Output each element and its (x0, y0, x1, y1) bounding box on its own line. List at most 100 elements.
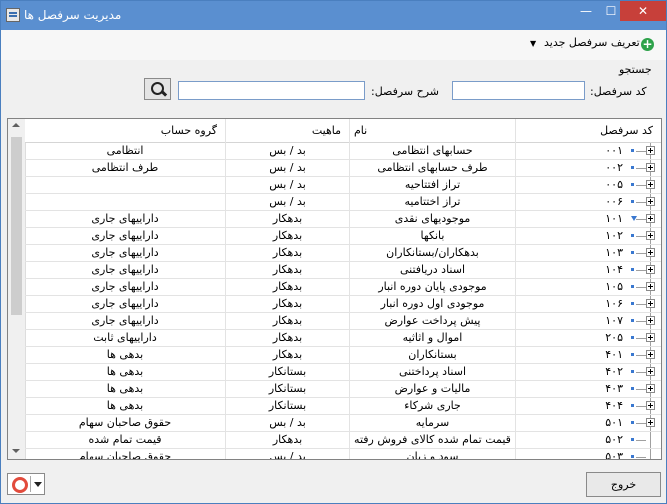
expand-icon[interactable] (646, 180, 655, 189)
table-row[interactable]: داراییهای جاری بدهکار بانکها ۱۰۲ (25, 228, 661, 245)
expand-icon[interactable] (646, 146, 655, 155)
tree-node[interactable] (622, 211, 661, 227)
table-row[interactable]: داراییهای ثابت بدهکار اموال و اثاثیه ۲۰۵ (25, 330, 661, 347)
tree-node[interactable] (622, 381, 661, 397)
expand-icon[interactable] (646, 163, 655, 172)
tree-node[interactable] (622, 432, 661, 448)
cell-code: ۰۰۵ (605, 178, 623, 191)
tree-node[interactable] (622, 194, 661, 210)
expand-icon[interactable] (646, 418, 655, 427)
header-code[interactable]: کد سرفصل (516, 119, 661, 143)
cell-nature: بد / بس (269, 178, 306, 191)
tree-node[interactable] (622, 415, 661, 431)
cell-nature: بستانکار (268, 365, 307, 378)
expand-icon[interactable] (646, 282, 655, 291)
cell-nature: بدهکار (272, 331, 303, 344)
cell-group: داراییهای جاری (91, 263, 159, 276)
tree-node[interactable] (622, 245, 661, 261)
close-button[interactable]: ✕ (620, 1, 666, 21)
expand-icon[interactable] (646, 231, 655, 240)
table-row[interactable]: حقوق صاحبان سهام بد / بس سرمایه ۵۰۱ (25, 415, 661, 432)
table-row[interactable]: انتظامی بد / بس حسابهای انتظامی ۰۰۱ (25, 143, 661, 160)
table-row[interactable]: بدهی ها بستانکار اسناد پرداختنی ۴۰۲ (25, 364, 661, 381)
tree-node[interactable] (622, 330, 661, 346)
expand-icon[interactable] (646, 367, 655, 376)
table-row[interactable]: داراییهای جاری بدهکار موجودی پایان دوره ان… (25, 279, 661, 296)
cell-nature: بدهکار (272, 314, 303, 327)
tree-node[interactable] (622, 364, 661, 380)
tree-node[interactable] (622, 143, 661, 159)
cell-group: بدهی ها (106, 348, 144, 361)
table-row[interactable]: بد / بس تراز افتتاحیه ۰۰۵ (25, 177, 661, 194)
cell-name: حسابهای انتظامی (392, 144, 473, 157)
tree-node[interactable] (622, 228, 661, 244)
help-dropdown[interactable] (7, 473, 45, 495)
accounts-grid[interactable]: گروه حساب ماهیت نام کد سرفصل انتظامی بد /… (7, 118, 662, 460)
scroll-thumb[interactable] (11, 137, 22, 315)
cell-nature: بد / بس (269, 195, 306, 208)
cell-group: قیمت تمام شده (88, 433, 162, 446)
table-row[interactable]: طرف انتظامی بد / بس طرف حسابهای انتظامی ۰۰۲ (25, 160, 661, 177)
chevron-down-icon[interactable] (34, 482, 42, 487)
cell-code: ۱۰۳ (605, 246, 623, 259)
title-bar[interactable]: مدیریت سرفصل ها — ☐ ✕ (1, 1, 666, 30)
cell-group: داراییهای جاری (91, 246, 159, 259)
table-row[interactable]: بدهی ها بستانکار مالیات و عوارض ۴۰۳ (25, 381, 661, 398)
tree-node[interactable] (622, 347, 661, 363)
header-group[interactable]: گروه حساب (25, 119, 225, 143)
expand-icon[interactable] (646, 350, 655, 359)
tree-node[interactable] (622, 398, 661, 414)
expand-icon[interactable] (646, 333, 655, 342)
tree-node[interactable] (622, 262, 661, 278)
tree-node[interactable] (622, 177, 661, 193)
table-row[interactable]: داراییهای جاری بدهکار موجودیهای نقدی ۱۰۱ (25, 211, 661, 228)
table-row[interactable]: قیمت تمام شده بدهکار قیمت تمام شده کالای ف… (25, 432, 661, 449)
expand-icon[interactable] (646, 214, 655, 223)
exit-button[interactable]: خروج (586, 472, 661, 497)
cell-nature: بدهکار (272, 433, 303, 446)
cell-nature: بدهکار (272, 348, 303, 361)
expand-icon[interactable] (646, 197, 655, 206)
new-account-menu[interactable]: تعریف سرفصل جدید (544, 36, 640, 49)
expand-icon[interactable] (646, 265, 655, 274)
description-input[interactable] (178, 81, 365, 100)
tree-node[interactable] (622, 279, 661, 295)
tree-node[interactable] (622, 296, 661, 312)
dropdown-arrow-icon[interactable]: ▼ (530, 39, 536, 48)
minimize-button[interactable]: — (574, 1, 598, 21)
expand-icon[interactable] (646, 248, 655, 257)
scroll-up-icon[interactable] (12, 123, 20, 127)
cell-nature: بدهکار (272, 297, 303, 310)
cell-group: داراییهای جاری (91, 280, 159, 293)
cell-code: ۱۰۶ (605, 297, 623, 310)
cell-nature: بد / بس (269, 144, 306, 157)
table-row[interactable]: داراییهای جاری بدهکار پیش پرداخت عوارض ۱۰۷ (25, 313, 661, 330)
table-row[interactable]: داراییهای جاری بدهکار اسناد دریافتنی ۱۰۴ (25, 262, 661, 279)
scroll-down-icon[interactable] (12, 449, 20, 453)
cell-group (25, 194, 225, 210)
header-nature[interactable]: ماهیت (226, 119, 349, 143)
cell-nature: بد / بس (269, 416, 306, 429)
table-row[interactable]: داراییهای جاری بدهکار موجودی اول دوره انبا… (25, 296, 661, 313)
table-row[interactable]: بدهی ها بدهکار بستانکاران ۴۰۱ (25, 347, 661, 364)
search-button[interactable] (144, 78, 171, 100)
cell-code: ۲۰۵ (605, 331, 623, 344)
code-input[interactable] (452, 81, 585, 100)
tree-node[interactable] (622, 449, 661, 459)
table-row[interactable]: حقوق صاحبان سهام بد / بس سود و زیان ۵۰۳ (25, 449, 661, 459)
table-row[interactable]: داراییهای جاری بدهکار بدهکاران/بستانکاران ۱… (25, 245, 661, 262)
tree-node[interactable] (622, 160, 661, 176)
header-name[interactable]: نام (350, 119, 515, 143)
tree-node[interactable] (622, 313, 661, 329)
cell-name: موجودیهای نقدی (394, 212, 471, 225)
table-row[interactable]: بدهی ها بستانکار جاری شرکاء ۴۰۴ (25, 398, 661, 415)
expand-icon[interactable] (646, 316, 655, 325)
cell-code: ۱۰۲ (605, 229, 623, 242)
vertical-scrollbar[interactable] (8, 119, 26, 459)
expand-icon[interactable] (646, 384, 655, 393)
expand-icon[interactable] (646, 401, 655, 410)
cell-code: ۰۰۱ (605, 144, 623, 157)
expand-icon[interactable] (646, 299, 655, 308)
cell-group: حقوق صاحبان سهام (78, 416, 172, 429)
table-row[interactable]: بد / بس تراز اختتامیه ۰۰۶ (25, 194, 661, 211)
